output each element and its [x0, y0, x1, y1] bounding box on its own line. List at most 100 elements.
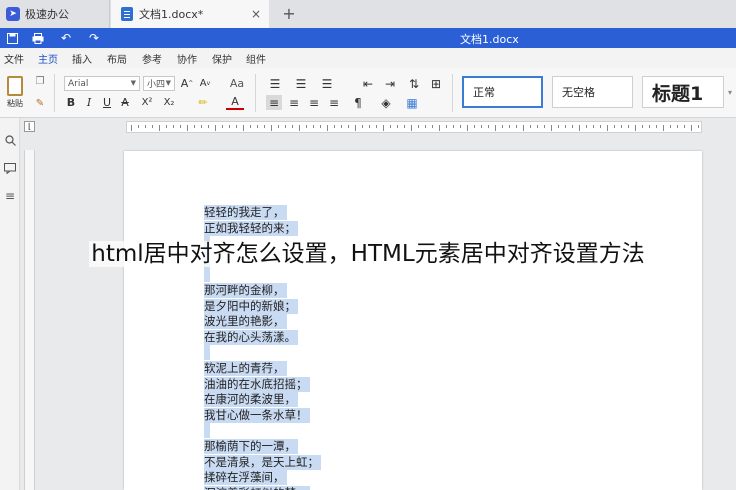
- style-heading-1-label: 标题1: [652, 82, 704, 105]
- change-case-icon[interactable]: Aa: [230, 76, 244, 91]
- ruler-tick: [208, 125, 209, 128]
- italic-icon[interactable]: I: [82, 95, 96, 110]
- style-normal-label: 正常: [473, 86, 495, 99]
- ruler-tick: [187, 125, 188, 131]
- ruler-tick: [523, 125, 524, 131]
- tab-stop-selector[interactable]: ⌊: [24, 121, 35, 132]
- ruler-tick: [138, 125, 139, 128]
- ruler-tick: [544, 125, 545, 128]
- document-line: [204, 423, 210, 439]
- navigation-icon[interactable]: ≡: [2, 188, 18, 204]
- highlight-icon[interactable]: ✏: [194, 95, 212, 110]
- decrease-indent-icon[interactable]: ⇤: [360, 76, 376, 91]
- align-left-icon[interactable]: ≡: [266, 95, 282, 110]
- ruler-tick: [341, 125, 342, 128]
- ruler-tick: [201, 125, 202, 128]
- ruler-tick: [292, 125, 293, 128]
- ruler-tick: [411, 125, 412, 131]
- ruler-tick: [152, 125, 153, 128]
- borders-icon[interactable]: ▦: [404, 95, 420, 110]
- font-color-icon[interactable]: A: [226, 95, 244, 110]
- ruler-tick: [229, 125, 230, 128]
- ruler-tick: [173, 125, 174, 128]
- ruler-tick: [551, 125, 552, 131]
- document-icon: [121, 7, 133, 21]
- tab-app[interactable]: ➤ 极速办公: [0, 0, 110, 28]
- ruler-tick: [502, 125, 503, 128]
- style-no-spacing[interactable]: 无空格: [552, 76, 633, 108]
- ruler-tick: [271, 125, 272, 131]
- multilevel-list-icon[interactable]: ☰: [318, 76, 336, 91]
- tab-document[interactable]: 文档1.docx* ×: [111, 0, 269, 28]
- undo-icon[interactable]: ↶: [58, 30, 74, 46]
- copy-icon[interactable]: ❐: [33, 74, 47, 88]
- menu-plugins[interactable]: 组件: [246, 51, 266, 66]
- document-line: 油油的在水底招摇；: [204, 376, 310, 392]
- ruler-tick: [355, 125, 356, 131]
- ruler-tick: [145, 125, 146, 128]
- ruler-tick: [334, 125, 335, 128]
- style-normal[interactable]: 正常: [462, 76, 543, 108]
- ruler-tick: [516, 125, 517, 128]
- ruler-tick: [320, 125, 321, 128]
- bullet-list-icon[interactable]: ☰: [266, 76, 284, 91]
- ribbon-tabs: 文件 主页 插入 布局 参考 协作 保护 组件: [0, 48, 736, 70]
- tab-strip: ➤ 极速办公 文档1.docx* × +: [0, 0, 736, 28]
- new-tab-button[interactable]: +: [280, 4, 298, 23]
- search-icon[interactable]: [2, 132, 18, 148]
- print-icon[interactable]: [30, 30, 46, 46]
- bold-icon[interactable]: B: [64, 95, 78, 110]
- font-size-select[interactable]: 小四 ▼: [143, 76, 175, 91]
- ruler-tick: [425, 125, 426, 128]
- ruler-tick: [642, 125, 643, 128]
- redo-icon[interactable]: ↷: [86, 30, 102, 46]
- subscript-icon[interactable]: X₂: [160, 95, 178, 110]
- document-line: 揉碎在浮藻间，: [204, 470, 287, 486]
- font-family-select[interactable]: Arial ▼: [64, 76, 140, 91]
- strikethrough-icon[interactable]: A: [118, 95, 132, 110]
- underline-icon[interactable]: U: [100, 95, 114, 110]
- increase-indent-icon[interactable]: ⇥: [382, 76, 398, 91]
- style-heading-1[interactable]: 标题1: [642, 76, 724, 108]
- tab-app-label: 极速办公: [25, 8, 69, 21]
- tab-document-label: 文档1.docx*: [139, 8, 204, 21]
- styles-more-icon[interactable]: ▾: [726, 80, 734, 104]
- align-center-icon[interactable]: ≡: [286, 95, 302, 110]
- document-line: 在我的心头荡漾。: [204, 329, 298, 345]
- menu-insert[interactable]: 插入: [72, 51, 92, 66]
- document-page[interactable]: 轻轻的我走了， 正如我轻轻的来； 那河畔的金柳， 是夕阳中的新娘； 波光里的艳影， 在我的…: [124, 151, 702, 490]
- document-line: 我甘心做一条水草！: [204, 407, 310, 423]
- ruler-tick: [656, 125, 657, 128]
- sort-icon[interactable]: ⇅: [406, 76, 422, 91]
- ruler-tick: [663, 125, 664, 131]
- close-tab-icon[interactable]: ×: [251, 7, 261, 21]
- save-icon[interactable]: [4, 30, 20, 46]
- justify-icon[interactable]: ≡: [326, 95, 342, 110]
- align-right-icon[interactable]: ≡: [306, 95, 322, 110]
- comment-icon[interactable]: [2, 160, 18, 176]
- increase-font-icon[interactable]: A ^: [180, 76, 194, 91]
- menu-home[interactable]: 主页: [38, 51, 58, 70]
- font-family-value: Arial: [68, 78, 89, 89]
- menu-file[interactable]: 文件: [4, 51, 24, 66]
- format-painter-icon[interactable]: ✎: [33, 96, 47, 110]
- ruler-tick: [579, 125, 580, 131]
- superscript-icon[interactable]: X²: [138, 95, 156, 110]
- menu-references[interactable]: 参考: [142, 51, 162, 66]
- ruler-tick: [677, 125, 678, 128]
- ruler-tick: [313, 125, 314, 128]
- menu-layout[interactable]: 布局: [107, 51, 127, 66]
- ruler-tick: [306, 125, 307, 128]
- numbered-list-icon[interactable]: ☰: [292, 76, 310, 91]
- paste-button[interactable]: 粘贴: [4, 72, 26, 112]
- ruler-tick: [628, 125, 629, 128]
- document-line: 那河畔的金柳，: [204, 283, 287, 298]
- decrease-font-icon[interactable]: Av: [198, 76, 212, 91]
- menu-collaborate[interactable]: 协作: [177, 51, 197, 66]
- paragraph-settings-icon[interactable]: ⊞: [428, 76, 444, 91]
- pilcrow-icon[interactable]: ¶: [350, 95, 366, 110]
- menu-protect[interactable]: 保护: [212, 51, 232, 66]
- shading-icon[interactable]: ◈: [378, 95, 394, 110]
- ruler-tick: [404, 125, 405, 128]
- horizontal-ruler[interactable]: [126, 121, 702, 133]
